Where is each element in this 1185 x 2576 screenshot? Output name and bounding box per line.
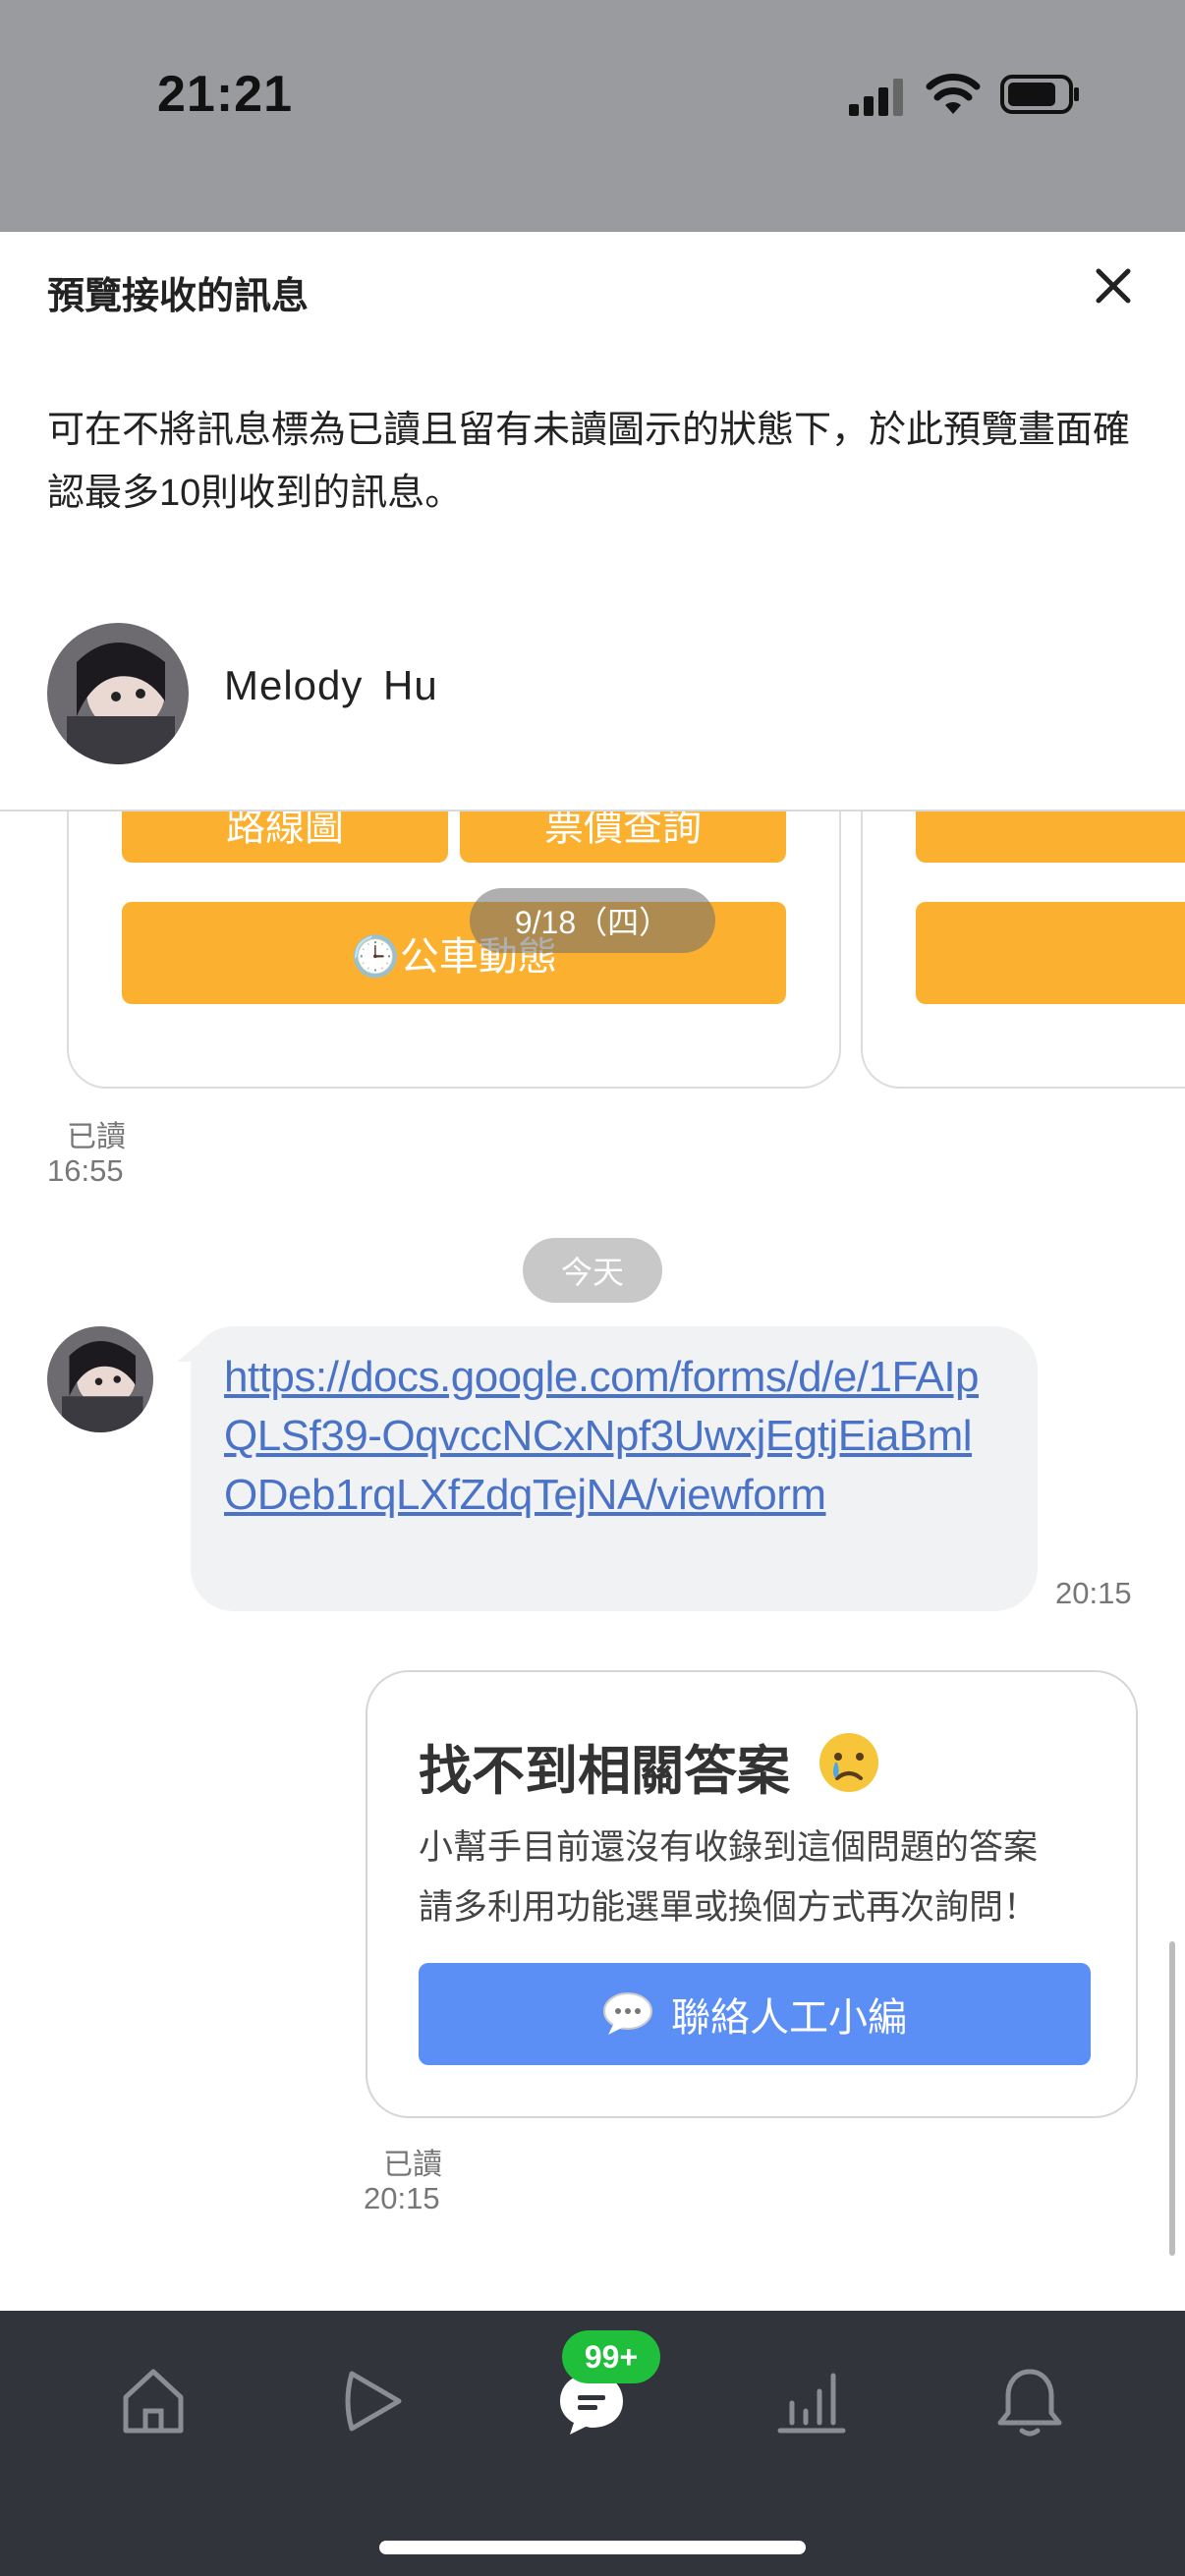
date-separator: 9/18（四）	[470, 888, 715, 953]
status-time: 21:21	[157, 66, 293, 123]
speech-bubble-icon	[603, 1992, 652, 2035]
today-separator: 今天	[523, 1238, 662, 1303]
read-status: 已讀	[67, 1121, 126, 1153]
message-time: 20:15	[1055, 1576, 1132, 1610]
chat-area: 路線圖 票價查詢 🕒公車動態 9/18（四） 已讀 16:55 今天 https…	[0, 812, 1185, 2311]
message-time: 20:15	[364, 2181, 440, 2215]
wifi-icon	[926, 74, 981, 114]
battery-icon	[1000, 75, 1079, 114]
sender-name: Melody Hu	[224, 662, 438, 708]
read-status: 已讀	[383, 2149, 442, 2181]
route-button[interactable]: 路線圖	[122, 812, 448, 863]
crying-face-icon	[819, 1733, 878, 1792]
close-icon[interactable]	[1089, 261, 1138, 310]
bell-icon[interactable]	[990, 2362, 1069, 2440]
play-icon[interactable]	[334, 2362, 413, 2440]
sheet-description: 可在不將訊息標為已讀且留有未讀圖示的狀態下，於此預覽畫面確認最多10則收到的訊息…	[47, 410, 1131, 514]
status-bar: 21:21	[0, 0, 1185, 232]
route-button-next[interactable]	[916, 812, 1185, 863]
sender-avatar-small[interactable]	[47, 1326, 153, 1432]
home-indicator[interactable]	[379, 2541, 806, 2554]
reply-card: 找不到相關答案 小幫手目前還沒有收錄到這個問題的答案 請多利用功能選單或換個方式…	[366, 1670, 1138, 2118]
bus-status-button-next[interactable]	[916, 902, 1185, 1004]
sheet-title: 預覽接收的訊息	[47, 276, 310, 317]
home-icon[interactable]	[114, 2362, 193, 2440]
contact-staff-button[interactable]: 聯絡人工小編	[419, 1963, 1091, 2065]
preview-sheet: 預覽接收的訊息 可在不將訊息標為已讀且留有未讀圖示的狀態下，於此預覽畫面確認最多…	[0, 232, 1185, 812]
reply-title: 找不到相關答案	[419, 1742, 790, 1801]
sender-avatar[interactable]	[47, 623, 189, 764]
signal-icon	[849, 79, 903, 116]
scrollbar[interactable]	[1169, 1941, 1175, 2256]
incoming-message-bubble[interactable]: https://docs.google.com/forms/d/e/1FAIpQ…	[177, 1326, 1038, 1611]
fare-button[interactable]: 票價查詢	[460, 812, 786, 863]
stats-icon[interactable]	[772, 2362, 851, 2440]
form-link[interactable]: https://docs.google.com/forms/d/e/1FAIpQ…	[224, 1348, 1004, 1525]
carousel-card: 路線圖 票價查詢 🕒公車動態	[67, 812, 841, 1089]
message-time: 16:55	[47, 1153, 124, 1188]
unread-badge: 99+	[562, 2330, 660, 2383]
bottom-nav: 99+	[0, 2311, 1185, 2576]
carousel-card-next	[861, 812, 1185, 1089]
reply-body: 小幫手目前還沒有收錄到這個問題的答案 請多利用功能選單或換個方式再次詢問！	[419, 1828, 1039, 1927]
